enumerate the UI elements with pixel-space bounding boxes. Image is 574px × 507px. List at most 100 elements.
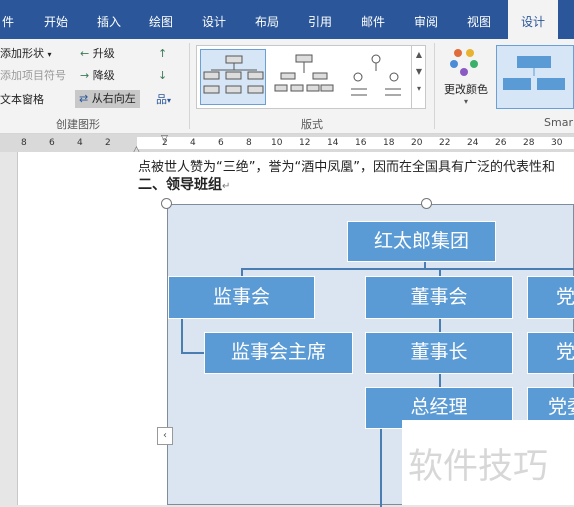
tab-design[interactable]: 设计 [196,0,232,39]
watermark-text: 软件技巧 [408,447,549,487]
horizontal-ruler: 8 6 4 2 2 4 6 8 10 12 14 16 18 20 22 24 … [0,134,574,155]
layout-option-3[interactable] [343,49,409,105]
arrow-down-icon: ↓ [158,69,168,82]
tab-insert[interactable]: 插入 [91,0,127,39]
layout-org-button[interactable]: 品▾ [156,93,171,108]
paragraph-mark-icon: ↵ [222,181,231,192]
watermark-box: 软件技巧 [402,420,574,505]
swap-icon: ⇄ [79,92,89,105]
ruler-number: 6 [49,138,55,148]
circle-hierarchy-layout-icon [351,54,401,96]
org-node-board-of-directors[interactable]: 董事会 [365,276,513,319]
gallery-scroll[interactable]: ▲ ▼ ▾ [411,46,426,108]
page-edge [17,152,18,505]
org-node-supervisory-board[interactable]: 监事会 [168,276,315,319]
connector-line [241,268,574,270]
layout-option-2[interactable] [271,49,337,105]
group-separator [189,43,190,129]
org-node-supervisory-chairman[interactable]: 监事会主席 [204,332,353,374]
ruler-number: 6 [218,138,224,148]
add-shape-button[interactable]: 添加形状 ▾ [0,47,52,62]
text-pane-button[interactable]: 文本窗格 [0,93,44,107]
ribbon-tab-bar: 件 开始 插入 绘图 设计 布局 引用 邮件 审阅 视图 设计 [0,0,574,39]
smartart-style-option[interactable] [496,45,574,109]
color-palette-icon [450,49,478,76]
tab-home[interactable]: 开始 [38,0,74,39]
rtl-label: 从右向左 [91,92,136,105]
ruler-number: 12 [299,138,311,148]
body-paragraph: 点被世人赞为“三绝”，誉为“酒中凤凰”，因而在全国具有广泛的代表性和 [138,160,555,175]
ruler-number: 8 [21,138,27,148]
connector-line [380,427,382,507]
dropdown-arrow-icon: ▾ [463,97,468,106]
org-chart-layout-icon [203,55,264,94]
smartart-styles-group-label: Smar [544,116,573,129]
more-icon[interactable]: ▾ [412,84,426,93]
move-up-button[interactable]: ↑ [158,47,167,61]
smartart-style-icon [503,56,565,90]
chevron-up-icon[interactable]: ▲ [412,50,426,59]
chevron-left-icon: ‹ [163,430,167,441]
tab-smartart-design[interactable]: 设计 [508,0,558,39]
resize-handle[interactable] [161,198,172,209]
arrow-up-icon: ↑ [158,47,168,60]
ruler-number: 2 [105,138,111,148]
change-colors-label: 更改颜色 [444,83,488,96]
org-node-root[interactable]: 红太郎集团 [347,221,496,262]
connector-line [181,317,183,354]
ruler-number: 26 [495,138,507,148]
ruler-number: 4 [77,138,83,148]
text-pane-toggle[interactable]: ‹ [157,427,173,445]
org-node-chairman[interactable]: 董事长 [365,332,513,374]
tab-review[interactable]: 审阅 [408,0,444,39]
tab-file[interactable]: 件 [0,0,16,39]
dropdown-arrow-icon: ▾ [167,96,172,105]
first-line-indent-marker[interactable]: ▽ [161,134,168,144]
connector-line [439,317,441,333]
add-shape-label: 添加形状 [0,47,44,60]
demote-button[interactable]: → 降级 [80,69,115,83]
tab-layout[interactable]: 布局 [249,0,285,39]
ruler-number: 10 [271,138,283,148]
ruler-number: 16 [355,138,367,148]
tab-mailings[interactable]: 邮件 [355,0,391,39]
layout-option-1[interactable] [200,49,266,105]
dropdown-arrow-icon: ▾ [47,50,52,59]
org-node-party-committee[interactable]: 党 [527,276,574,319]
layouts-group-label: 版式 [301,118,323,131]
demote-label: 降级 [92,69,115,82]
tab-draw[interactable]: 绘图 [143,0,179,39]
org-layout-icon: 品 [156,93,167,106]
ruler-number: 18 [383,138,395,148]
tab-view[interactable]: 视图 [461,0,497,39]
create-graphic-group-label: 创建图形 [56,118,100,131]
section-heading: 二、领导班组↵ [138,174,230,194]
connector-line [439,372,441,388]
ruler-number: 8 [246,138,252,148]
ruler-number: 28 [523,138,535,148]
section-heading-text: 二、领导班组 [138,177,222,193]
chevron-down-icon[interactable]: ▼ [412,67,426,76]
change-colors-button[interactable]: 更改颜色 ▾ [440,45,492,111]
ruler-number: 14 [327,138,339,148]
promote-label: 升级 [92,47,115,60]
org-node-party-secretary[interactable]: 党 [527,332,574,374]
ruler-number: 24 [467,138,479,148]
move-down-button[interactable]: ↓ [158,69,167,83]
layout-gallery: ▲ ▼ ▾ [196,45,426,109]
hierarchy-layout-icon [274,54,334,92]
group-separator [434,43,435,129]
ribbon: 添加形状 ▾ 添加项目符号 文本窗格 ← 升级 → 降级 ⇄ 从右向左 ↑ ↓ … [0,39,574,134]
add-bullet-button[interactable]: 添加项目符号 [0,69,66,83]
ruler-number: 30 [551,138,563,148]
right-to-left-button[interactable]: ⇄ 从右向左 [75,90,140,108]
ruler-number: 4 [190,138,196,148]
ruler-number: 22 [439,138,451,148]
connector-line [181,352,204,354]
resize-handle[interactable] [421,198,432,209]
arrow-left-icon: ← [80,47,90,60]
arrow-right-icon: → [80,69,90,82]
promote-button[interactable]: ← 升级 [80,47,115,61]
ruler-number: 20 [411,138,423,148]
tab-references[interactable]: 引用 [302,0,338,39]
